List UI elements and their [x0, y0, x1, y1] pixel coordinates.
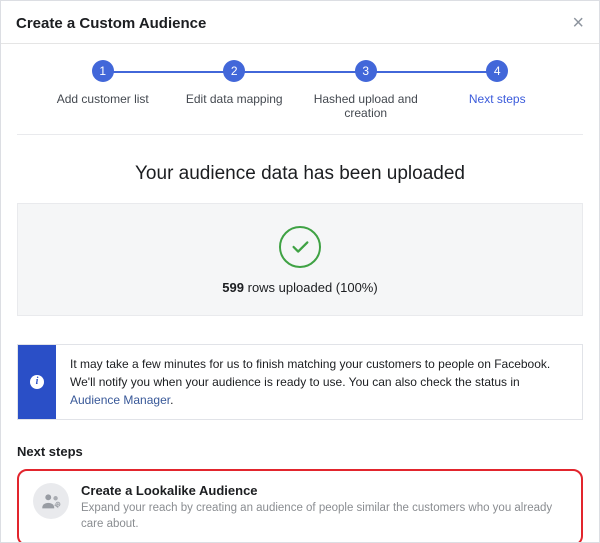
step-number: 2 [223, 60, 245, 82]
next-steps-heading: Next steps [17, 444, 583, 459]
divider [17, 134, 583, 135]
step-edit-data-mapping[interactable]: 2 Edit data mapping [169, 60, 301, 120]
step-label: Add customer list [37, 92, 169, 106]
create-custom-audience-dialog: Create a Custom Audience × 1 Add custome… [0, 0, 600, 543]
dialog-body: 1 Add customer list 2 Edit data mapping … [1, 44, 599, 542]
create-lookalike-audience-card[interactable]: Create a Lookalike Audience Expand your … [17, 469, 583, 542]
step-label: Next steps [432, 92, 564, 106]
dialog-title: Create a Custom Audience [16, 15, 206, 32]
lookalike-audience-icon [33, 483, 69, 519]
info-icon: i [30, 375, 44, 389]
checkmark-icon [279, 226, 321, 268]
info-text: It may take a few minutes for us to fini… [56, 345, 582, 419]
dialog-header: Create a Custom Audience × [1, 1, 599, 44]
step-label: Edit data mapping [169, 92, 301, 106]
info-icon-container: i [18, 345, 56, 419]
option-description: Expand your reach by creating an audienc… [81, 500, 567, 532]
upload-status-title: Your audience data has been uploaded [17, 163, 583, 185]
step-hashed-upload[interactable]: 3 Hashed upload and creation [300, 60, 432, 120]
step-next-steps[interactable]: 4 Next steps [432, 60, 564, 120]
info-banner: i It may take a few minutes for us to fi… [17, 344, 583, 420]
close-icon[interactable]: × [572, 13, 584, 33]
step-number: 4 [486, 60, 508, 82]
step-number: 1 [92, 60, 114, 82]
option-title: Create a Lookalike Audience [81, 483, 567, 498]
audience-manager-link[interactable]: Audience Manager [70, 393, 170, 407]
step-number: 3 [355, 60, 377, 82]
stepper: 1 Add customer list 2 Edit data mapping … [17, 44, 583, 128]
rows-uploaded-text: 599 rows uploaded (100%) [18, 280, 582, 295]
step-add-customer-list[interactable]: 1 Add customer list [37, 60, 169, 120]
step-label: Hashed upload and creation [300, 92, 432, 120]
rows-count: 599 [222, 280, 244, 295]
upload-status-panel: 599 rows uploaded (100%) [17, 203, 583, 316]
